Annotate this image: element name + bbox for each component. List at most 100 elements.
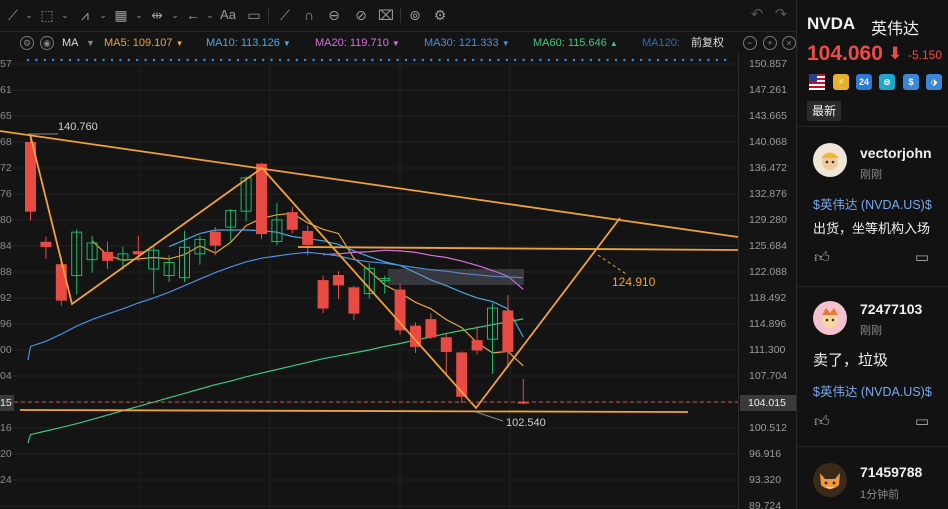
price-tick-label: 89.724: [749, 500, 782, 509]
avatar[interactable]: [813, 143, 847, 177]
last-price: 104.060: [807, 42, 883, 65]
marker-dot: [656, 58, 660, 62]
left-tick-label: 57: [0, 58, 12, 70]
24h-icon[interactable]: 24: [856, 74, 872, 90]
marker-dot: [337, 58, 340, 62]
options-icon[interactable]: ⊜: [879, 74, 895, 90]
price-tick-label: 107.704: [749, 370, 787, 382]
left-tick-label: 61: [0, 83, 12, 96]
marker-dot: [26, 58, 30, 62]
post-username[interactable]: 72477103: [860, 301, 922, 317]
left-tick-label: 96: [0, 318, 12, 330]
marker-dot: [346, 58, 349, 62]
like-icon[interactable]: 👍︎: [813, 413, 831, 431]
marker-dot: [253, 58, 256, 62]
avatar[interactable]: [813, 463, 847, 497]
marker-dot: [472, 58, 475, 62]
candle-body: [286, 212, 298, 230]
marker-dot: [530, 58, 534, 62]
tag-icon[interactable]: ⬗: [926, 74, 942, 90]
marker-dot: [564, 58, 567, 62]
marker-dot: [388, 58, 391, 62]
marker-dot: [682, 58, 685, 62]
marker-dot: [262, 58, 265, 62]
undo-icon[interactable]: ↶: [748, 6, 766, 24]
left-tick-label: 24: [0, 474, 12, 486]
marker-dot: [404, 58, 408, 62]
post-item[interactable]: 72477103 刚刚 卖了，垃圾 $英伟达 (NVDA.US)$ 👍︎ ▭: [797, 286, 948, 446]
marker-dot: [329, 58, 332, 62]
marker-dot: [362, 58, 366, 62]
candle-body: [40, 241, 52, 248]
stock-header: NVDA 英伟达 104.060 ⬇ -5.150 ⚡ 24 ⊜ $ ⬗ 最新: [797, 0, 948, 126]
comment-icon[interactable]: ▭: [913, 249, 931, 267]
post-body: 卖了，垃圾: [813, 352, 889, 369]
marker-dot: [480, 58, 483, 62]
marker-dot: [304, 58, 307, 62]
marker-dot: [278, 58, 282, 62]
price-tick-label: 132.876: [749, 188, 787, 200]
chart-panel[interactable]: ⟋ ⌄ ⬚ ⌄ ⩘ ⌄ ▦ ⌄ ⇹ ⌄ ← ⌄ Aa ▭ ⟋ ∩ ⊖ ⊘ ⌧ ⊚…: [0, 0, 796, 509]
post-username[interactable]: vectorjohn: [860, 145, 932, 161]
ticker-symbol[interactable]: NVDA: [807, 14, 855, 34]
marker-dot: [724, 58, 727, 62]
close-icon[interactable]: ×: [782, 36, 796, 50]
marker-dot: [60, 58, 63, 62]
candle-body: [209, 231, 221, 246]
marker-dot: [640, 58, 643, 62]
marker-dot: [539, 58, 542, 62]
candle-body: [502, 310, 514, 352]
price-tick-label: 136.472: [749, 162, 787, 174]
marker-dot: [119, 58, 122, 62]
marker-dot: [379, 58, 382, 62]
candle-body: [333, 275, 344, 286]
marker-dot: [463, 58, 466, 62]
marker-dot: [547, 58, 550, 62]
price-tick-label: 100.512: [749, 422, 787, 434]
price-tick-label: 150.857: [749, 58, 787, 70]
candle-body: [302, 230, 314, 245]
marker-dot: [455, 58, 458, 62]
current-price-tag-left: 15: [0, 394, 14, 411]
marker-dot: [556, 58, 559, 62]
post-item[interactable]: 71459788 1分钟前: [797, 446, 948, 509]
marker-dot: [245, 58, 248, 62]
marker-dot: [707, 58, 710, 62]
zoom-out-icon[interactable]: −: [743, 36, 757, 50]
left-tick-label: 80: [0, 214, 12, 226]
marker-dot: [665, 58, 668, 62]
marker-dot: [295, 58, 298, 62]
price-tick-label: 93.320: [749, 474, 782, 486]
dollar-icon[interactable]: $: [903, 74, 919, 90]
stock-tag-link[interactable]: $英伟达 (NVDA.US)$: [813, 194, 932, 213]
avatar[interactable]: [813, 301, 847, 335]
marker-dot: [354, 58, 357, 62]
candle-body: [348, 287, 360, 314]
candlestick-plot[interactable]: [0, 0, 738, 509]
latest-tab[interactable]: 最新: [807, 101, 842, 121]
price-axis[interactable]: 150.857 147.261 143.665 140.068 136.472 132.8…: [738, 53, 796, 509]
marker-dot: [320, 58, 324, 62]
price-tick-label: 111.300: [749, 344, 786, 356]
like-icon[interactable]: 👍︎: [813, 249, 831, 267]
zoom-in-icon[interactable]: +: [763, 36, 777, 50]
marker-dot: [270, 58, 273, 62]
comment-icon[interactable]: ▭: [913, 413, 931, 431]
marker-dot: [102, 58, 105, 62]
post-item[interactable]: vectorjohn 刚刚 $英伟达 (NVDA.US)$ 出货，坐等机构入场 …: [797, 126, 948, 286]
marker-dot: [144, 58, 147, 62]
price-tick-label: 143.665: [749, 109, 787, 122]
marker-dot: [623, 58, 626, 62]
post-time: 刚刚: [860, 325, 882, 337]
marker-dot: [371, 58, 374, 62]
redo-icon[interactable]: ↷: [772, 6, 790, 24]
highlight-zone: [388, 269, 524, 285]
post-username[interactable]: 71459788: [860, 464, 922, 480]
low-connector: [475, 411, 504, 422]
marker-dot: [85, 58, 89, 62]
us-flag-icon[interactable]: [809, 74, 825, 90]
left-tick-label: 92: [0, 292, 12, 304]
lightning-icon[interactable]: ⚡: [833, 74, 849, 90]
stock-tag-link[interactable]: $英伟达 (NVDA.US)$: [813, 381, 932, 400]
candle-body: [425, 319, 437, 338]
